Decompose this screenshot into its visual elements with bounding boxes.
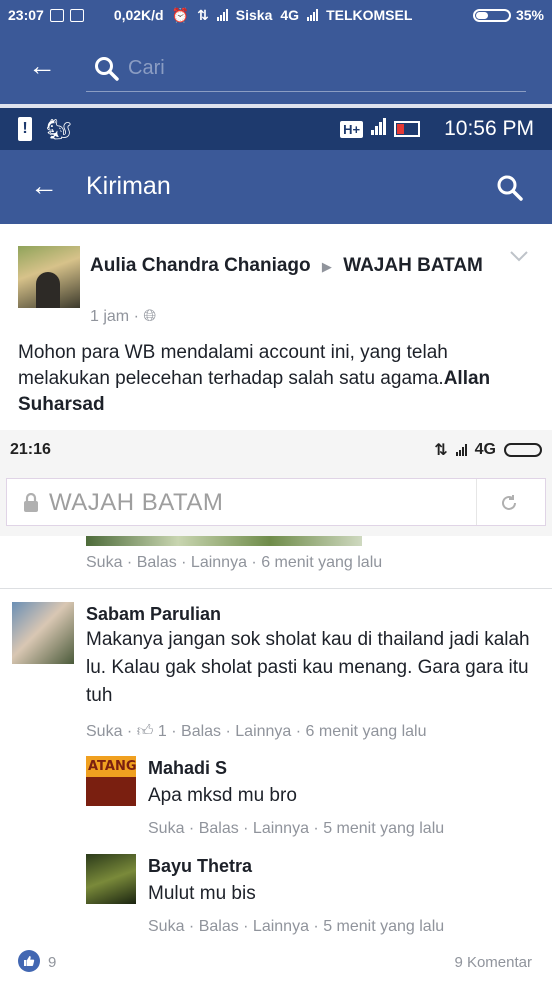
commenter-name[interactable]: Sabam Parulian [86, 604, 221, 625]
back-arrow-icon[interactable]: ← [28, 52, 56, 80]
signal-icon [216, 9, 228, 21]
comment-list: Suka · Balas · Lainnya · 6 menit yang la… [0, 536, 552, 936]
chevron-down-icon[interactable] [510, 250, 528, 262]
inner-status-bar: ! 🐿 H+ 10:56 PM [0, 108, 552, 150]
search-icon[interactable] [496, 174, 524, 202]
post-header: Aulia Chandra Chaniago ▶ WAJAH BATAM [90, 252, 490, 281]
search-icon [95, 57, 119, 81]
status-time: 23:07 [8, 7, 44, 23]
signal-icon [371, 118, 387, 135]
avatar[interactable] [12, 602, 74, 664]
network-type: 4G [474, 441, 496, 458]
battery-icon [472, 8, 511, 22]
globe-icon: 🌐︎ [143, 308, 157, 325]
alarm-icon: ⏰ [171, 6, 190, 23]
commenter-name[interactable]: Bayu Thetra [148, 856, 252, 877]
battery-icon [394, 121, 421, 137]
lock-icon [24, 493, 38, 512]
data-arrows-icon: ⇅ [197, 6, 209, 23]
app-header: ← Kiriman [0, 150, 552, 224]
thumbs-up-icon [24, 956, 35, 966]
divider [0, 588, 552, 589]
post-body: Mohon para WB mendalami account ini, yan… [18, 340, 538, 418]
page-title: Kiriman [86, 172, 171, 200]
group-name[interactable]: WAJAH BATAM [343, 255, 483, 276]
signal-icon [307, 9, 319, 21]
comment-actions[interactable]: Suka · Balas · Lainnya · 5 menit yang la… [148, 918, 444, 936]
avatar[interactable] [86, 854, 136, 904]
notification-icon [69, 8, 84, 22]
avatar[interactable] [18, 246, 80, 308]
comment-actions: Suka · 👍︎ 1 · Balas · Lainnya · 6 menit … [86, 722, 427, 741]
post-footer: 9 9 Komentar [0, 936, 552, 982]
data-arrows-icon: ⇅ [434, 442, 448, 459]
divider [476, 479, 477, 525]
search-input[interactable] [128, 54, 508, 82]
commenter-name[interactable]: Mahadi S [148, 758, 227, 779]
network-type: H+ [340, 120, 364, 138]
post-time[interactable]: 1 jam [90, 308, 129, 325]
status-bar: 23:07 0,02K/d ⏰ ⇅ Siska 4G TELKOMSEL 35% [0, 0, 552, 30]
post-meta: 1 jam · 🌐︎ [90, 308, 157, 325]
search-header: ← [0, 30, 552, 104]
search-field[interactable] [86, 46, 526, 92]
comment-text: Mulut mu bis [148, 883, 256, 904]
notification-icon [49, 8, 64, 22]
battery-icon [504, 443, 542, 457]
comment-text: Apa mksd mu bro [148, 785, 297, 806]
browser-url-bar: WAJAH BATAM [0, 470, 552, 536]
author-name[interactable]: Aulia Chandra Chaniago [90, 255, 311, 276]
like-reaction-icon[interactable] [18, 950, 40, 972]
warning-icon: ! [18, 117, 32, 141]
like-count[interactable]: 9 [48, 954, 56, 971]
comment-image[interactable] [86, 536, 362, 546]
like-count: 1 [157, 723, 167, 740]
carrier-name: Siska [235, 7, 273, 23]
share-arrow-icon: ▶ [321, 259, 332, 274]
thumbs-up-icon: 👍︎ [136, 723, 154, 740]
post-text: Mohon para WB mendalami account ini, yan… [18, 342, 448, 389]
url-text: WAJAH BATAM [49, 489, 224, 516]
avatar[interactable]: ATANG [86, 756, 136, 806]
comment-actions-rest[interactable]: · Balas · Lainnya · 6 menit yang lalu [171, 723, 426, 740]
url-field[interactable]: WAJAH BATAM [6, 478, 546, 526]
data-speed: 0,02K/d [113, 7, 164, 23]
status-time: 21:16 [10, 441, 51, 458]
comment-actions[interactable]: Suka · Balas · Lainnya · 6 menit yang la… [86, 554, 382, 572]
signal-icon [455, 444, 467, 456]
carrier-name: TELKOMSEL [326, 7, 413, 23]
comment-actions[interactable]: Suka · Balas · Lainnya · 5 menit yang la… [148, 820, 444, 838]
reload-icon[interactable] [499, 493, 519, 513]
browser-status-bar: 21:16 ⇅ 4G [0, 430, 552, 470]
like-action[interactable]: Suka · [86, 723, 132, 740]
status-time: 10:56 PM [444, 117, 534, 140]
back-arrow-icon[interactable]: ← [30, 170, 58, 202]
post-card: Aulia Chandra Chaniago ▶ WAJAH BATAM 1 j… [0, 224, 552, 430]
comment-count[interactable]: 9 Komentar [454, 954, 532, 971]
battery-level: 35% [515, 7, 544, 23]
comment-text: Makanya jangan sok sholat kau di thailan… [86, 629, 530, 706]
browser-notification-icon: 🐿 [46, 118, 72, 141]
avatar-logo-text: ATANG [86, 756, 136, 777]
network-type: 4G [280, 7, 300, 23]
